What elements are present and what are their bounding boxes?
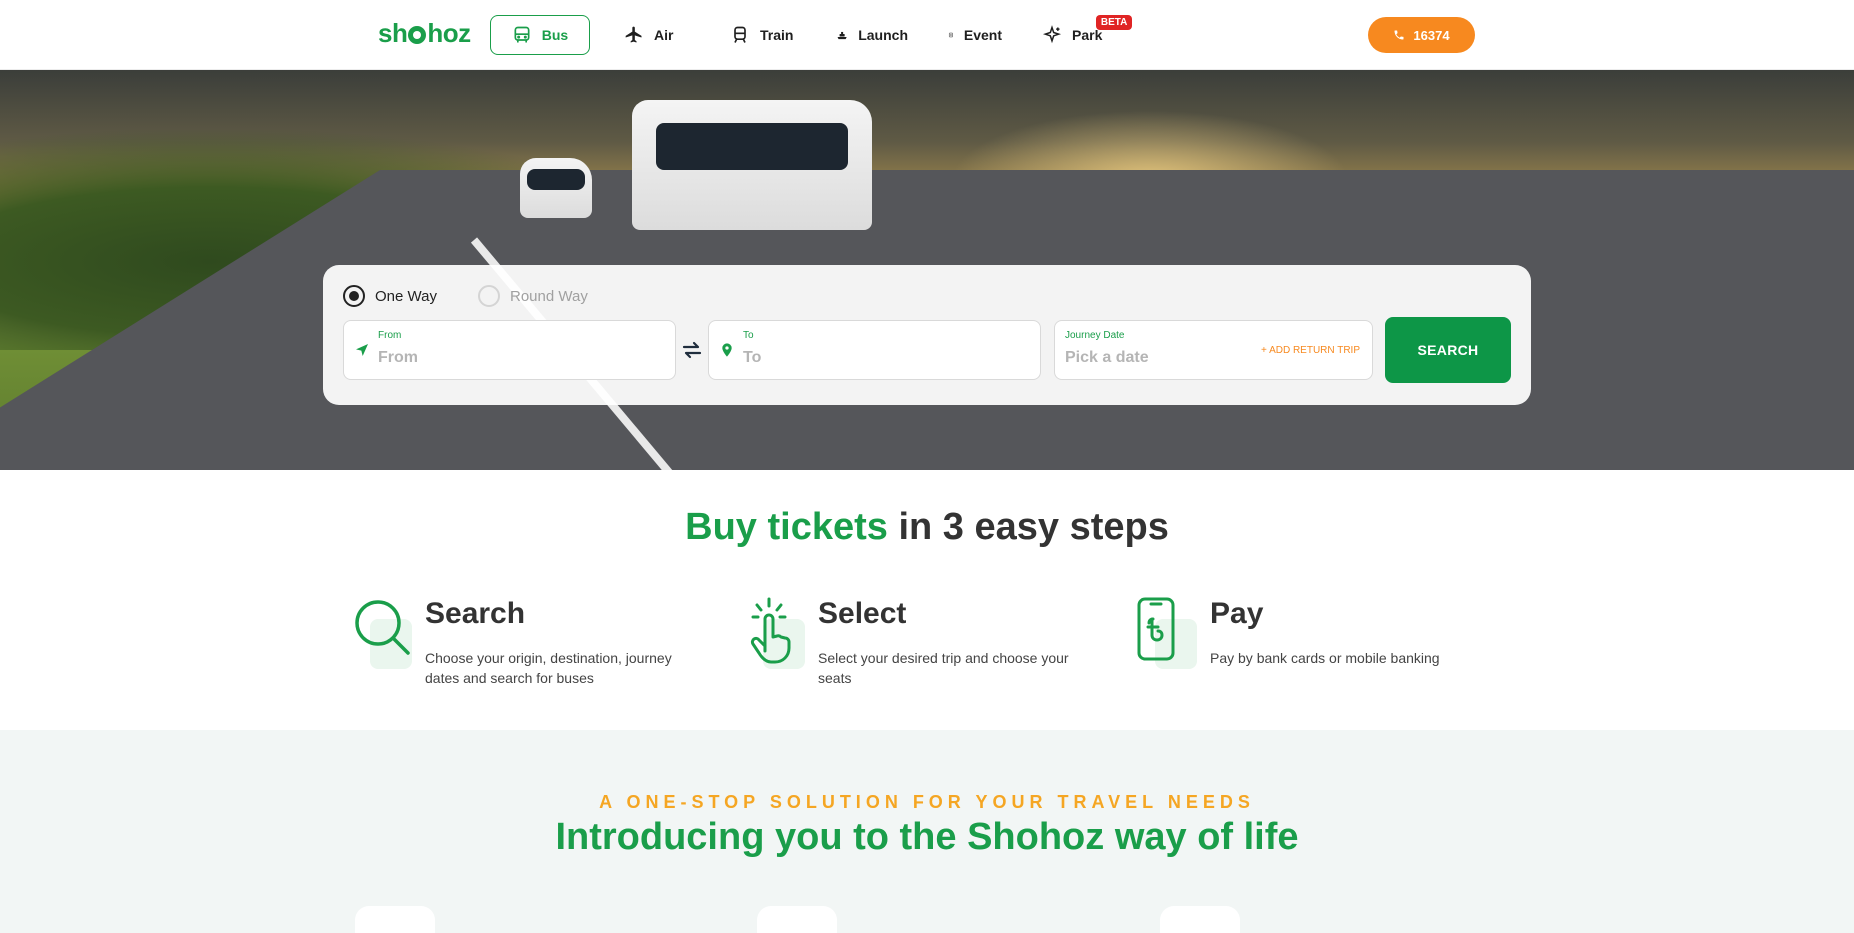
journey-date-label: Journey Date	[1065, 330, 1125, 341]
step-select-title: Select	[818, 597, 907, 630]
phone-icon	[1394, 30, 1404, 40]
nav-air-label: Air	[654, 27, 674, 43]
bus-icon	[514, 26, 530, 43]
feature-card	[1160, 906, 1240, 933]
intro-section: A ONE-STOP SOLUTION FOR YOUR TRAVEL NEED…	[0, 730, 1854, 933]
radio-round-way[interactable]: Round Way	[478, 285, 588, 307]
ship-icon	[837, 31, 847, 40]
nav-air[interactable]: Air	[604, 15, 710, 55]
steps-heading: Buy tickets in 3 easy steps	[0, 506, 1854, 549]
journey-date-input[interactable]: Pick a date	[1065, 349, 1149, 367]
intro-kicker: A ONE-STOP SOLUTION FOR YOUR TRAVEL NEED…	[599, 792, 1255, 812]
hero-bus-near	[632, 100, 872, 230]
step-search-title: Search	[425, 597, 526, 630]
from-label: From	[378, 330, 402, 341]
step-pay-title: Pay	[1210, 597, 1264, 630]
train-icon	[734, 26, 746, 43]
step-pay-icon-wrap	[1137, 597, 1199, 677]
radio-round-way-label: Round Way	[510, 287, 588, 305]
location-pin-icon	[722, 343, 732, 357]
step-search-desc: Choose your origin, destination, journey…	[425, 650, 672, 686]
nav-train-label: Train	[760, 27, 794, 43]
sparkle-icon	[1042, 25, 1062, 44]
steps-heading-highlight: Buy tickets	[685, 506, 888, 548]
swap-icon[interactable]	[680, 338, 704, 362]
phone-taka-icon	[1137, 597, 1175, 661]
tap-hand-icon	[750, 597, 791, 664]
hotline-number: 16374	[1413, 27, 1450, 43]
nav-event-label: Event	[963, 27, 1002, 43]
journey-date-field[interactable]: Journey Date Pick a date + ADD RETURN TR…	[1054, 320, 1373, 380]
feature-card	[757, 906, 837, 933]
radio-one-way-dot	[343, 285, 365, 307]
nav-launch[interactable]: Launch	[816, 15, 928, 55]
nav-event[interactable]: Event	[928, 15, 1022, 55]
search-card: One Way Round Way From From To To Journe…	[323, 265, 1531, 405]
to-field[interactable]: To To	[708, 320, 1041, 380]
radio-one-way-label: One Way	[375, 287, 437, 305]
logo-o-icon	[408, 26, 427, 44]
feature-card	[355, 906, 435, 933]
nav-train[interactable]: Train	[710, 15, 816, 55]
from-input[interactable]: From	[378, 349, 418, 367]
nav-park[interactable]: Park BETA	[1022, 15, 1133, 55]
intro-title: Introducing you to the Shohoz way of lif…	[555, 816, 1299, 858]
steps-heading-rest: in 3 easy steps	[887, 506, 1169, 548]
beta-badge: BETA	[1095, 15, 1133, 30]
to-label: To	[743, 330, 754, 341]
from-field[interactable]: From From	[343, 320, 676, 380]
step-select-desc: Select your desired trip and choose your…	[818, 650, 1069, 686]
plane-icon	[625, 26, 642, 43]
step-pay-desc: Pay by bank cards or mobile banking	[1210, 650, 1440, 666]
search-button[interactable]: SEARCH	[1385, 317, 1511, 383]
step-select-icon-wrap	[745, 597, 807, 677]
hero-bus-far	[520, 158, 592, 218]
shohoz-logo[interactable]: sh hoz	[378, 18, 471, 49]
radio-one-way[interactable]: One Way	[343, 285, 437, 307]
radio-round-way-dot	[478, 285, 500, 307]
nav-bus-label: Bus	[541, 27, 569, 43]
navigation-arrow-icon	[356, 344, 368, 356]
hotline-button[interactable]: 16374	[1368, 17, 1475, 53]
to-input[interactable]: To	[743, 349, 761, 367]
top-header: sh hoz Bus Air Train Launch Event Park BE…	[0, 0, 1854, 70]
service-nav: Bus Air Train Launch Event Park BETA	[490, 15, 1133, 55]
magnifier-icon	[355, 600, 410, 655]
nav-bus[interactable]: Bus	[490, 15, 590, 55]
step-search-icon-wrap	[352, 597, 414, 677]
add-return-trip-link[interactable]: + ADD RETURN TRIP	[1261, 345, 1360, 356]
nav-launch-label: Launch	[858, 27, 908, 43]
ticket-icon	[948, 32, 953, 38]
